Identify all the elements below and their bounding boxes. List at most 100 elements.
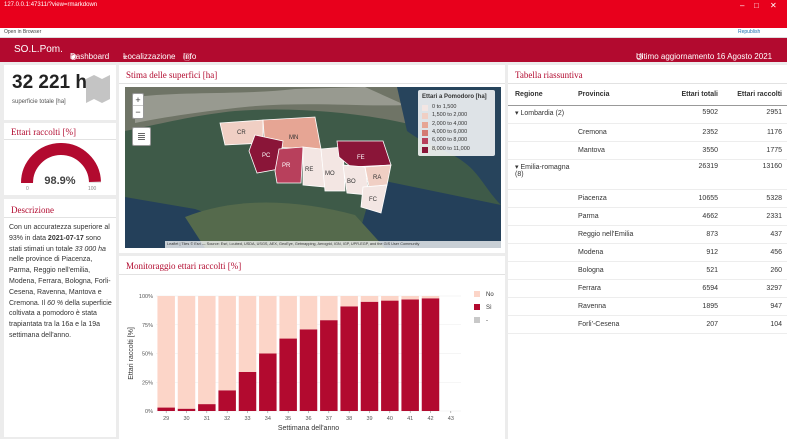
legend-label: 0 to 1,500 [432, 104, 457, 110]
bar-No-38 [340, 296, 358, 307]
x-tick-label: 30 [183, 416, 189, 422]
legend-label: 1,500 to 2,000 [432, 112, 468, 119]
cell-provincia: Parma [578, 212, 599, 220]
cell-racc: 1176 [766, 128, 782, 136]
cell-racc: 260 [770, 266, 782, 274]
table-group-row[interactable]: ▾ Lombardia (2) 5902 2951 [508, 105, 787, 123]
table-card: Tabella riassuntiva Regione Provincia Et… [508, 65, 787, 439]
legend-swatch-No [474, 291, 480, 297]
brand[interactable]: SO.L.Pom. [14, 44, 63, 55]
table-row: Mantova 3550 1775 [508, 141, 787, 159]
bar-No-40 [381, 296, 399, 301]
cell-regione: ▾ Emilia-romagna (8) [508, 159, 578, 189]
legend-label: 2,000 to 4,000 [432, 120, 468, 127]
close-icon[interactable]: ✕ [770, 1, 777, 10]
desc-date: 2021-07-17 [47, 234, 84, 242]
table-row: Bologna 521 260 [508, 261, 787, 279]
cell-racc: 5328 [766, 194, 782, 202]
url-text[interactable]: 127.0.0.1:47311/?view=rmarkdown [4, 2, 97, 8]
bar-Sì-37 [320, 320, 338, 411]
x-tick-label: 38 [346, 416, 352, 422]
legend-title: Ettari a Pomodoro [ha] [422, 94, 487, 100]
cell-tot: 10655 [698, 194, 718, 202]
table-row: Reggio nell'Emilia 873 437 [508, 225, 787, 243]
legend-label-No: No [486, 292, 494, 298]
open-in-browser-button[interactable]: Open in Browser [4, 29, 41, 35]
x-tick-label: 29 [163, 416, 169, 422]
bar-Sì-41 [401, 299, 419, 411]
legend-swatch [422, 121, 428, 128]
x-tick-label: 35 [285, 416, 291, 422]
layers-icon[interactable]: ≣ [132, 127, 151, 146]
legend-item: 1,500 to 2,000 [422, 112, 492, 120]
label-pc: PC [262, 153, 271, 159]
x-tick-label: 33 [244, 416, 250, 422]
description-title: Descrizione [11, 205, 54, 215]
cell-provincia: Cremona [578, 128, 607, 136]
bar-Sì-34 [259, 353, 277, 411]
cell-racc: 13160 [762, 162, 782, 170]
cell-tot: 4662 [702, 212, 718, 220]
x-tick-label: 36 [305, 416, 311, 422]
bar-No-37 [320, 296, 338, 321]
label-mn: MN [289, 135, 298, 141]
region-label: Lombardia (2) [520, 109, 565, 117]
label-pr: PR [282, 163, 291, 169]
bar-Sì-29 [157, 407, 175, 411]
y-tick-label: 25% [142, 380, 153, 386]
legend-swatch [422, 113, 428, 120]
map-title: Stima delle superfici [ha] [126, 70, 218, 80]
legend-swatch-Sì [474, 304, 480, 310]
legend-swatch [422, 105, 428, 111]
nav-dashboard-label: Dashboard [70, 52, 110, 61]
cell-tot: 207 [706, 320, 718, 328]
x-tick-label: 39 [366, 416, 372, 422]
region-label: Emilia-romagna (8) [515, 163, 570, 178]
header-provincia[interactable]: Provincia [578, 85, 658, 105]
bar-Sì-39 [360, 301, 379, 411]
bar-No-34 [259, 296, 277, 354]
header-ettari-raccolti[interactable]: Ettari raccolti [718, 85, 787, 105]
bar-No-35 [279, 296, 297, 339]
bar-Sì-32 [218, 390, 236, 411]
header-ettari-totali[interactable]: Ettari totali [658, 85, 718, 105]
bar-No-29 [157, 296, 175, 408]
header-regione[interactable]: Regione [508, 85, 578, 105]
description-text: Con un accuratezza superiore al 93% in d… [9, 223, 113, 342]
cell-regione [508, 279, 578, 297]
gauge-card: Ettari raccolti [%] 98.9% 0 100 [4, 123, 116, 195]
cell-provincia: Modena [578, 248, 604, 256]
navbar: SO.L.Pom. ◉ Dashboard ⌖ Localizzazione ⓘ… [0, 38, 787, 62]
bar-Sì-30 [177, 408, 196, 411]
cell-provincia [578, 159, 658, 189]
minimize-icon[interactable]: – [740, 1, 744, 10]
cell-provincia: Ravenna [578, 302, 607, 310]
label-re: RE [305, 167, 313, 173]
maximize-icon[interactable]: □ [754, 1, 759, 10]
y-tick-label: 50% [142, 352, 153, 358]
cell-racc: 2331 [766, 212, 782, 220]
x-tick-label: 43 [448, 416, 454, 422]
bar-Sì-42 [421, 298, 440, 411]
x-tick-label: 32 [224, 416, 230, 422]
y-tick-label: 0% [145, 409, 153, 415]
nav-info-label: Info [183, 52, 197, 61]
republish-button[interactable]: Republish [738, 29, 760, 35]
cell-racc: 104 [770, 320, 782, 328]
harvest-chart: 0% 25% 50% 75% 100% 29 30 31 32 33 34 35 36 37 38 39 40 4… [128, 291, 494, 432]
zoom-out-button[interactable]: − [133, 106, 143, 118]
map-legend: Ettari a Pomodoro [ha] 0 to 1,500 1,500 t… [418, 90, 495, 156]
table-group-row[interactable]: ▾ Emilia-romagna (8) 26319 13160 [508, 159, 787, 189]
bar-Sì-40 [381, 300, 399, 411]
summary-box: 32 221 ha superficie totale [ha] [4, 65, 116, 120]
cell-tot: 521 [706, 266, 718, 274]
map-attribution[interactable]: Leaflet | Tiles © Esri — Source: Esri, i… [165, 241, 501, 248]
zoom-in-button[interactable]: + [133, 94, 143, 106]
browser-titlebar: 127.0.0.1:47311/?view=rmarkdown – □ ✕ [0, 0, 787, 30]
table-title: Tabella riassuntiva [515, 70, 583, 80]
cell-racc: 2951 [766, 108, 782, 116]
label-fc: FC [369, 197, 378, 203]
label-mo: MO [325, 171, 335, 177]
cell-regione [508, 297, 578, 315]
description-card: Descrizione Con un accuratezza superiore… [4, 199, 116, 437]
